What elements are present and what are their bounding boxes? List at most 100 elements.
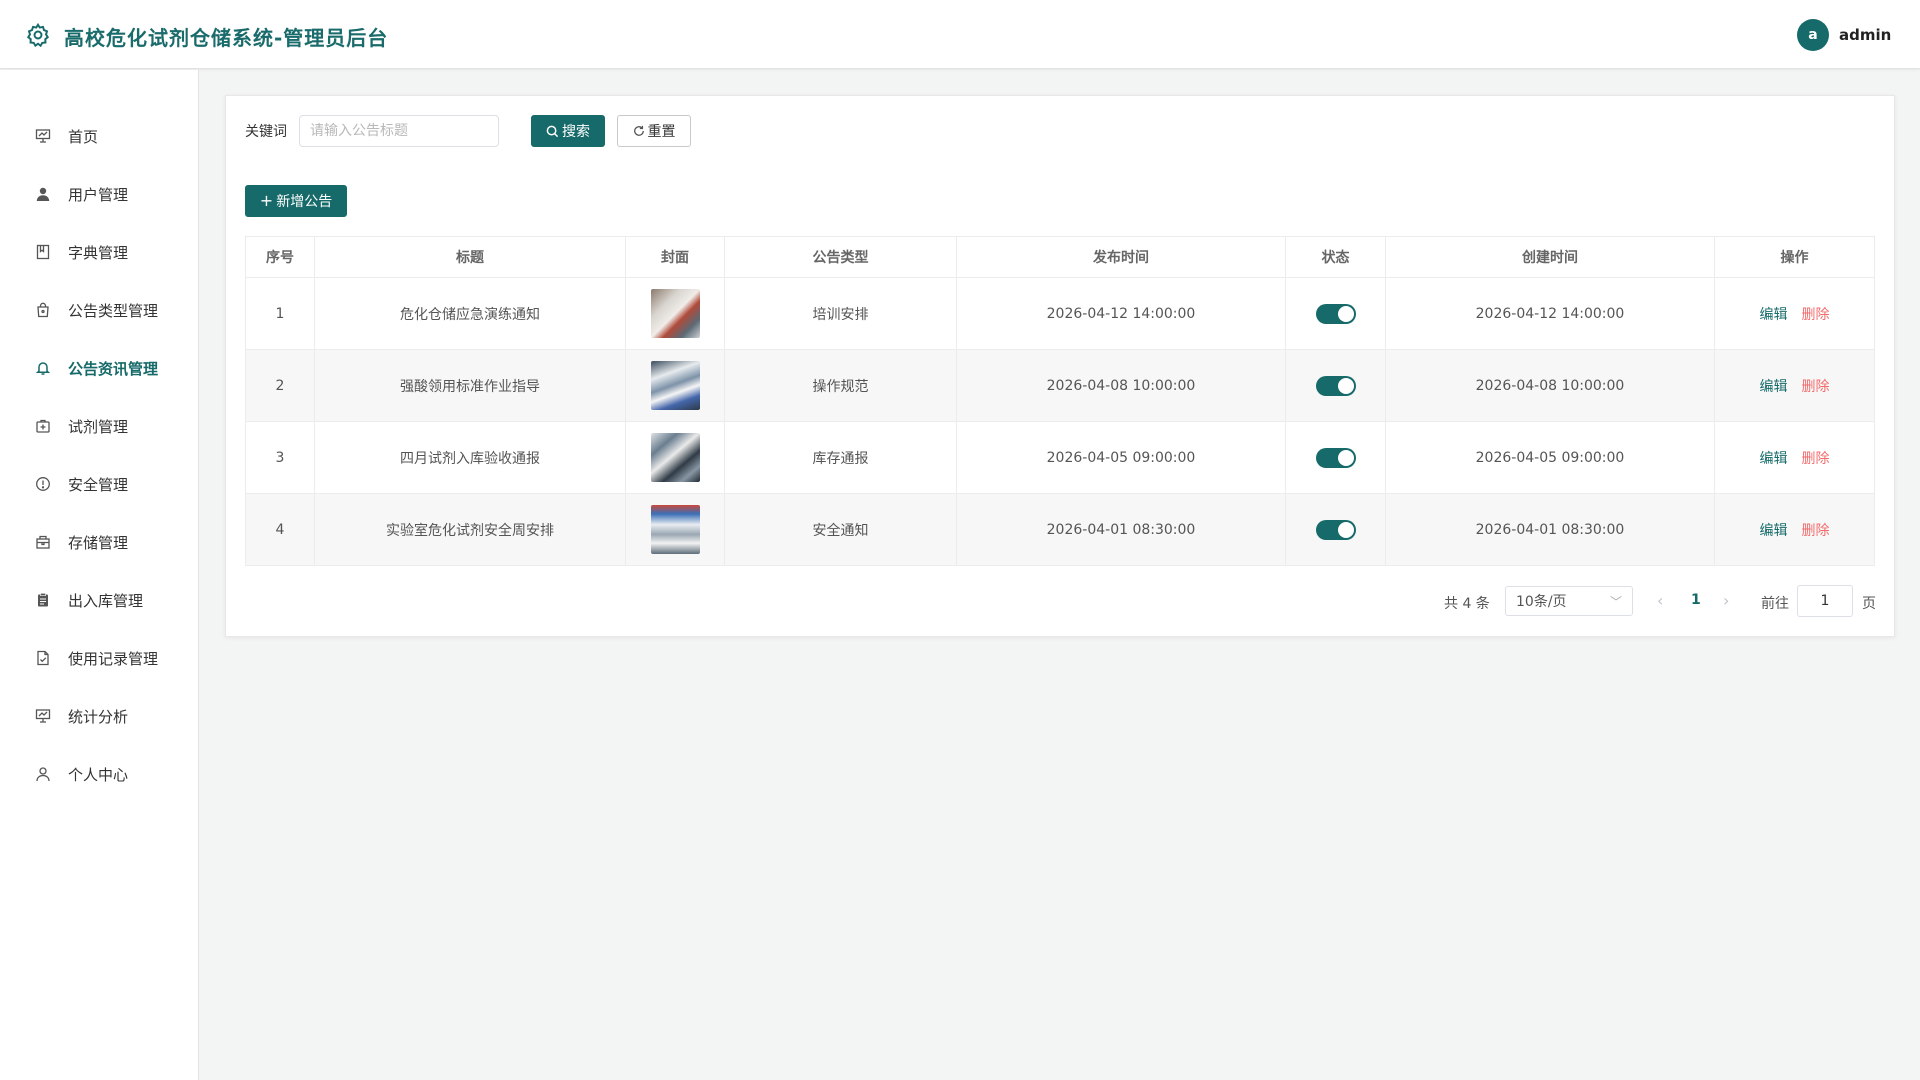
delete-link[interactable]: 删除 xyxy=(1802,307,1830,323)
search-button[interactable]: 搜索 xyxy=(531,115,605,147)
sidebar-item-notice-types[interactable]: 公告类型管理 xyxy=(0,290,199,330)
status-toggle[interactable] xyxy=(1315,519,1356,540)
page-number-current[interactable]: 1 xyxy=(1691,592,1701,608)
sidebar-item-label: 试剂管理 xyxy=(68,417,129,436)
bell-icon xyxy=(34,359,52,377)
sidebar-item-safety[interactable]: 安全管理 xyxy=(0,464,199,504)
goto-page-input[interactable] xyxy=(1797,585,1853,617)
prev-page-icon[interactable]: ‹ xyxy=(1657,591,1663,610)
edit-link[interactable]: 编辑 xyxy=(1760,379,1788,395)
warning-icon xyxy=(34,475,52,493)
add-notice-label: 新增公告 xyxy=(276,194,333,210)
delete-link[interactable]: 删除 xyxy=(1802,523,1830,539)
row-type: 库存通报 xyxy=(724,421,957,494)
sidebar: 首页 用户管理 字典管理 公告类型管理 公告资讯管理 试剂管理 安全管理 存储管… xyxy=(0,70,199,1080)
sidebar-item-inout[interactable]: 出入库管理 xyxy=(0,580,199,620)
sidebar-item-reagents[interactable]: 试剂管理 xyxy=(0,406,199,446)
reset-button-label: 重置 xyxy=(647,124,676,140)
sidebar-item-label: 出入库管理 xyxy=(68,591,144,610)
goto-label: 前往 xyxy=(1761,596,1789,612)
chevron-down-icon: ﹀ xyxy=(1609,595,1622,609)
cover-thumbnail[interactable] xyxy=(650,289,700,338)
row-created-time: 2026-04-08 10:00:00 xyxy=(1385,349,1715,422)
delete-link[interactable]: 删除 xyxy=(1802,379,1830,395)
sidebar-item-label: 用户管理 xyxy=(68,185,129,204)
sidebar-item-home[interactable]: 首页 xyxy=(0,116,199,156)
user-icon xyxy=(34,185,52,203)
column-header: 标题 xyxy=(314,236,626,278)
column-header: 操作 xyxy=(1714,236,1875,278)
edit-link[interactable]: 编辑 xyxy=(1760,307,1788,323)
row-created-time: 2026-04-01 08:30:00 xyxy=(1385,493,1715,566)
sidebar-item-users[interactable]: 用户管理 xyxy=(0,174,199,214)
add-notice-button[interactable]: + 新增公告 xyxy=(245,185,347,217)
row-publish-time: 2026-04-08 10:00:00 xyxy=(956,349,1286,422)
search-input[interactable] xyxy=(299,115,499,147)
gear-icon xyxy=(26,22,50,48)
table-header-row: 序号 标题 封面 公告类型 发布时间 状态 创建时间 操作 xyxy=(245,236,1875,278)
edit-link[interactable]: 编辑 xyxy=(1760,451,1788,467)
search-icon xyxy=(546,125,559,137)
presentation-icon xyxy=(34,127,52,145)
column-header: 公告类型 xyxy=(724,236,957,278)
person-icon xyxy=(34,765,52,783)
sidebar-item-label: 统计分析 xyxy=(68,707,129,726)
page-size-select[interactable]: 10条/页 ﹀ xyxy=(1505,586,1633,616)
row-title: 实验室危化试剂安全周安排 xyxy=(314,493,626,566)
row-created-time: 2026-04-05 09:00:00 xyxy=(1385,421,1715,494)
status-toggle[interactable] xyxy=(1315,303,1356,324)
sidebar-item-profile[interactable]: 个人中心 xyxy=(0,754,199,794)
column-header: 封面 xyxy=(625,236,725,278)
sidebar-item-label: 字典管理 xyxy=(68,243,129,262)
sidebar-item-storage[interactable]: 存储管理 xyxy=(0,522,199,562)
app-title: 高校危化试剂仓储系统-管理员后台 xyxy=(64,26,389,50)
table-row: 2 强酸领用标准作业指导 操作规范 2026-04-08 10:00:00 20… xyxy=(245,349,1875,422)
document-check-icon xyxy=(34,649,52,667)
reset-button[interactable]: 重置 xyxy=(617,115,691,147)
row-type: 安全通知 xyxy=(724,493,957,566)
sidebar-item-usage-records[interactable]: 使用记录管理 xyxy=(0,638,199,678)
row-type: 培训安排 xyxy=(724,277,957,350)
status-toggle[interactable] xyxy=(1315,447,1356,468)
username[interactable]: admin xyxy=(1839,26,1891,44)
row-index: 2 xyxy=(245,349,315,422)
top-header: 高校危化试剂仓储系统-管理员后台 a admin xyxy=(0,0,1920,69)
row-created-time: 2026-04-12 14:00:00 xyxy=(1385,277,1715,350)
sidebar-item-label: 存储管理 xyxy=(68,533,129,552)
column-header: 序号 xyxy=(245,236,315,278)
next-page-icon[interactable]: › xyxy=(1723,591,1729,610)
column-header: 发布时间 xyxy=(956,236,1286,278)
sidebar-item-statistics[interactable]: 统计分析 xyxy=(0,696,199,736)
row-index: 4 xyxy=(245,493,315,566)
cover-thumbnail[interactable] xyxy=(650,433,700,482)
row-publish-time: 2026-04-12 14:00:00 xyxy=(956,277,1286,350)
table-row: 4 实验室危化试剂安全周安排 安全通知 2026-04-01 08:30:00 … xyxy=(245,493,1875,566)
row-publish-time: 2026-04-01 08:30:00 xyxy=(956,493,1286,566)
clipboard-icon xyxy=(34,591,52,609)
avatar[interactable]: a xyxy=(1797,19,1829,51)
book-icon xyxy=(34,243,52,261)
medicine-box-icon xyxy=(34,417,52,435)
column-header: 状态 xyxy=(1285,236,1386,278)
delete-link[interactable]: 删除 xyxy=(1802,451,1830,467)
sidebar-item-label: 个人中心 xyxy=(68,765,129,784)
cover-thumbnail[interactable] xyxy=(650,505,700,554)
edit-link[interactable]: 编辑 xyxy=(1760,523,1788,539)
row-index: 1 xyxy=(245,277,315,350)
sidebar-item-label: 公告类型管理 xyxy=(68,301,159,320)
search-button-label: 搜索 xyxy=(562,124,590,140)
column-header: 创建时间 xyxy=(1385,236,1715,278)
sidebar-item-notices[interactable]: 公告资讯管理 xyxy=(0,348,199,388)
sidebar-item-label: 安全管理 xyxy=(68,475,129,494)
notices-table: 序号 标题 封面 公告类型 发布时间 状态 创建时间 操作 1 危化仓储应急演练… xyxy=(245,236,1875,566)
page-suffix-label: 页 xyxy=(1862,596,1876,612)
row-title: 四月试剂入库验收通报 xyxy=(314,421,626,494)
plus-icon: + xyxy=(259,191,274,210)
keyword-label: 关键词 xyxy=(245,124,287,140)
cover-thumbnail[interactable] xyxy=(650,361,700,410)
row-type: 操作规范 xyxy=(724,349,957,422)
table-row: 1 危化仓储应急演练通知 培训安排 2026-04-12 14:00:00 20… xyxy=(245,277,1875,350)
chart-board-icon xyxy=(34,707,52,725)
sidebar-item-dictionary[interactable]: 字典管理 xyxy=(0,232,199,272)
status-toggle[interactable] xyxy=(1315,375,1356,396)
